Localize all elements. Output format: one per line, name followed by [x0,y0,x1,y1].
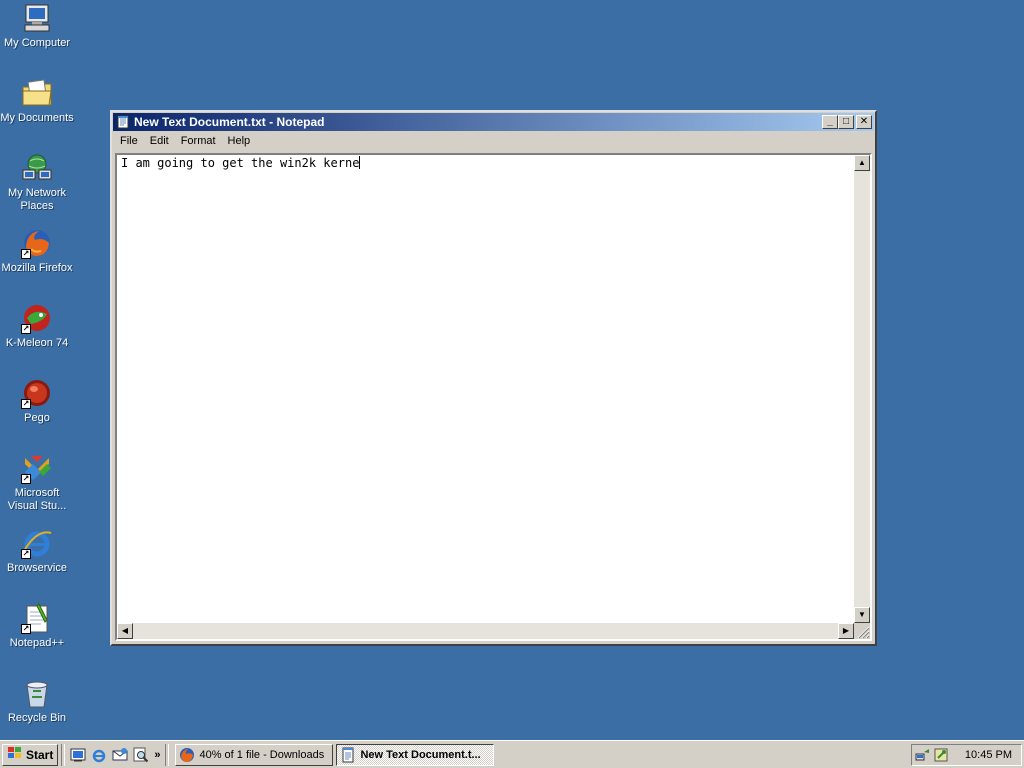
desktop-icon-my-documents[interactable]: My Documents [0,77,74,125]
task-downloads[interactable]: 40% of 1 file - Downloads [175,743,334,766]
desktop-icon-label: Browservice [7,562,67,574]
network-connection-icon[interactable] [915,747,931,763]
scroll-down-button[interactable]: ▼ [854,607,870,623]
desktop-icon-browservice[interactable]: ↗ Browservice [0,527,74,575]
maximize-button[interactable]: □ [838,115,854,129]
shortcut-arrow-icon: ↗ [21,549,31,559]
desktop-icon-label: Recycle Bin [7,712,67,724]
desktop-icon-label: My Documents [0,112,74,124]
firefox-icon: ↗ [21,227,53,259]
text-editor[interactable]: I am going to get the win2k kerne ▲ ▼ ◀ … [115,153,872,641]
menu-edit[interactable]: Edit [144,135,175,147]
shortcut-arrow-icon: ↗ [21,474,31,484]
scroll-right-button[interactable]: ▶ [838,623,854,639]
desktop-icon-my-computer[interactable]: My Computer [0,2,74,50]
menu-help[interactable]: Help [222,135,257,147]
notepad-icon [340,747,356,763]
shortcut-arrow-icon: ↗ [21,249,31,259]
scroll-left-button[interactable]: ◀ [117,623,133,639]
desktop-icon-recycle-bin[interactable]: Recycle Bin [0,677,74,725]
desktop-icon-k-meleon[interactable]: ↗ K-Meleon 74 [0,302,74,350]
desktop-icon-visual-studio[interactable]: ↗ Microsoft Visual Stu... [0,452,74,513]
start-button[interactable]: Start [2,743,59,766]
desktop-icon-label: Notepad++ [9,637,65,649]
desktop-icon-label: Microsoft Visual Stu... [7,487,67,512]
desktop-icon-label: My Network Places [7,187,67,212]
internet-explorer-icon[interactable] [91,747,107,763]
horizontal-scrollbar[interactable]: ◀ ▶ [117,623,854,639]
task-label: New Text Document.t... [360,748,481,761]
taskbar-separator [61,743,66,766]
taskbar-separator [165,743,170,766]
start-label: Start [26,747,54,762]
menu-file[interactable]: File [114,135,144,147]
system-tray: 10:45 PM [911,744,1022,766]
document-text-container[interactable]: I am going to get the win2k kerne [119,155,852,621]
search-icon[interactable] [133,747,149,763]
network-places-icon [21,152,53,184]
scroll-up-button[interactable]: ▲ [854,155,870,171]
window-title: New Text Document.txt - Notepad [134,115,325,129]
taskbar: Start » 40% of 1 file - Downloads New Te… [0,740,1024,768]
clock[interactable]: 10:45 PM [965,749,1012,761]
my-computer-icon [21,2,53,34]
shortcut-arrow-icon: ↗ [21,624,31,634]
vertical-scrollbar[interactable]: ▲ ▼ [854,155,870,623]
notepad-window[interactable]: New Text Document.txt - Notepad _ □ ✕ Fi… [110,110,877,646]
pego-icon: ↗ [21,377,53,409]
task-notepad[interactable]: New Text Document.t... [336,743,495,766]
quick-launch: » [68,747,162,763]
notepad-plus-plus-icon: ↗ [21,602,53,634]
desktop-icon-label: Mozilla Firefox [1,262,73,274]
task-label: 40% of 1 file - Downloads [199,748,325,761]
resize-grip-icon[interactable] [854,623,870,639]
menu-bar: File Edit Format Help [112,132,875,150]
outlook-express-icon[interactable] [112,747,128,763]
document-text: I am going to get the win2k kerne [121,156,360,170]
desktop-icon-notepad-plus-plus[interactable]: ↗ Notepad++ [0,602,74,650]
desktop-icon-my-network-places[interactable]: My Network Places [0,152,74,213]
quick-launch-more-button[interactable]: » [154,749,160,761]
show-desktop-icon[interactable] [70,747,86,763]
tray-application-icon[interactable] [933,747,949,763]
title-bar[interactable]: New Text Document.txt - Notepad _ □ ✕ [113,113,874,131]
shortcut-arrow-icon: ↗ [21,399,31,409]
windows-logo-icon [7,746,23,763]
my-documents-icon [21,77,53,109]
desktop-icon-mozilla-firefox[interactable]: ↗ Mozilla Firefox [0,227,74,275]
minimize-button[interactable]: _ [822,115,838,129]
text-caret [359,156,361,169]
internet-explorer-icon: ↗ [21,527,53,559]
desktop-icon-label: K-Meleon 74 [5,337,69,349]
recycle-bin-icon [21,677,53,709]
menu-format[interactable]: Format [175,135,222,147]
desktop-icon-label: Pego [24,412,50,424]
notepad-icon [116,115,130,129]
shortcut-arrow-icon: ↗ [21,324,31,334]
desktop-icon-label: My Computer [3,37,71,49]
k-meleon-icon: ↗ [21,302,53,334]
desktop-icon-pego[interactable]: ↗ Pego [0,377,74,425]
close-button[interactable]: ✕ [856,115,872,129]
firefox-icon [179,747,195,763]
visual-studio-icon: ↗ [21,452,53,484]
